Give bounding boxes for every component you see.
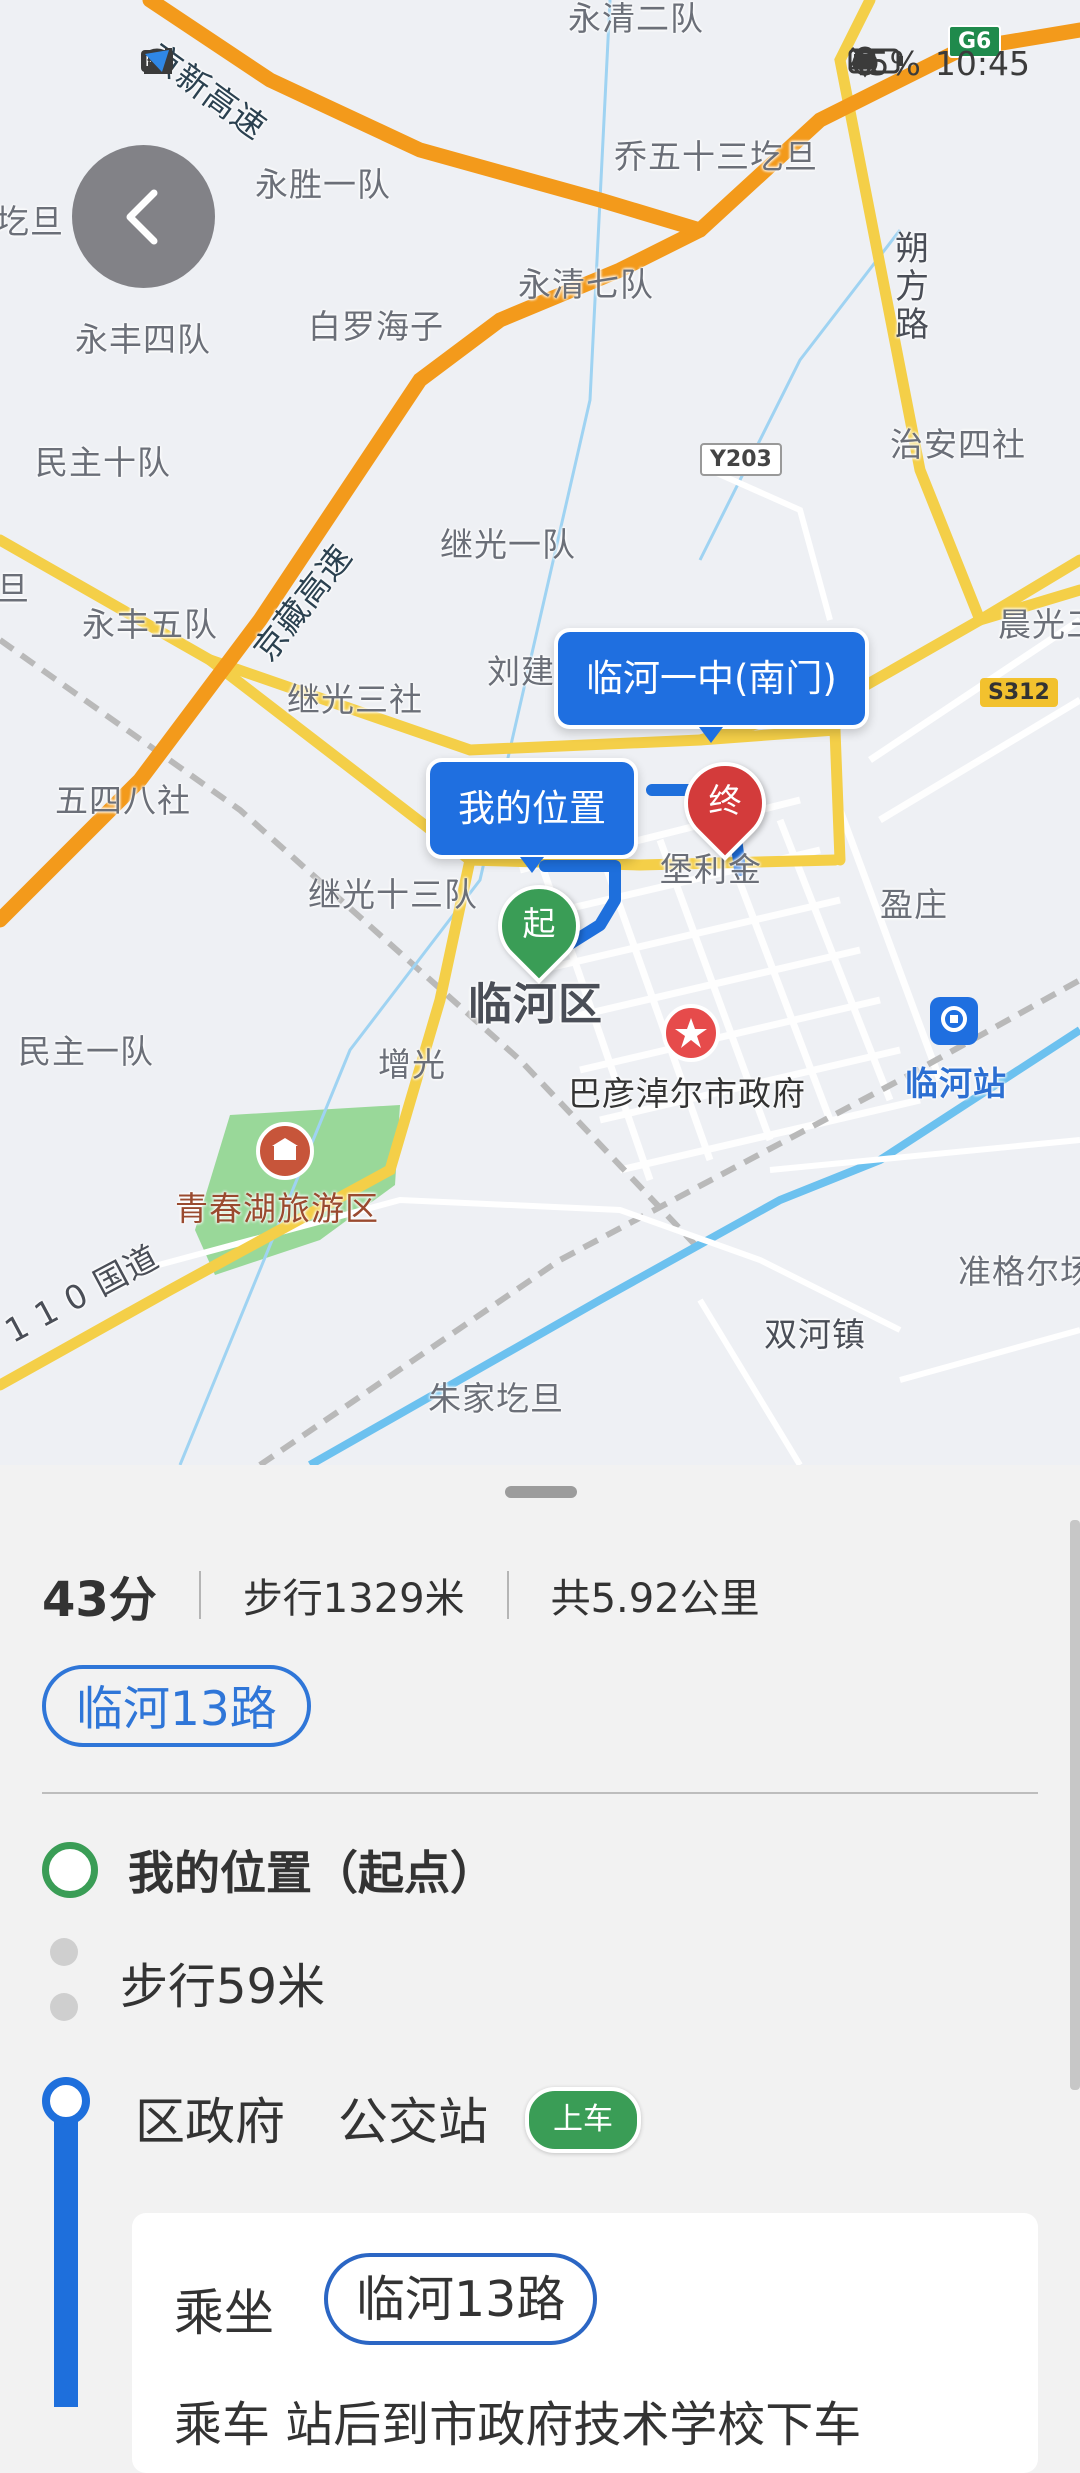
map-label: 永清二队 bbox=[568, 0, 704, 38]
map-label: 永丰四队 bbox=[75, 320, 211, 359]
map-view[interactable]: 永清二队 乔五十三圪旦 永胜一队 圪旦 永清七队 白罗海子 永丰四队 朔方路 治… bbox=[0, 0, 1080, 1465]
map-label: 双河镇 bbox=[764, 1315, 866, 1354]
map-label: 乔五十三圪旦 bbox=[614, 137, 818, 176]
map-label: 白罗海子 bbox=[308, 307, 444, 346]
drag-handle[interactable] bbox=[505, 1486, 577, 1498]
bus-stop-marker bbox=[42, 2077, 90, 2125]
back-button[interactable] bbox=[72, 145, 215, 288]
map-label: 永胜一队 bbox=[255, 165, 391, 204]
walk-dot bbox=[50, 1993, 78, 2021]
destination-callout[interactable]: 临河一中(南门) bbox=[554, 628, 869, 743]
map-label-poi: 青春湖旅游区 bbox=[175, 1189, 379, 1228]
poi-star-icon[interactable] bbox=[662, 1004, 720, 1062]
map-label: 准格尔场 bbox=[958, 1252, 1080, 1291]
map-label: 继光十三队 bbox=[308, 875, 478, 914]
status-bar: HD 45% 10:45 bbox=[0, 38, 1080, 94]
map-label: 朱家圪旦 bbox=[428, 1379, 564, 1418]
ride-route-chip[interactable]: 临河13路 bbox=[324, 2253, 598, 2345]
map-label: 治安四社 bbox=[890, 425, 1026, 464]
scenic-area-icon[interactable] bbox=[256, 1122, 314, 1180]
map-label: 永清七队 bbox=[518, 265, 654, 304]
route-detail-sheet[interactable]: 43分 步行1329米 共5.92公里 临河13路 我的位置（起点） 步行59米… bbox=[0, 1465, 1080, 2473]
walk-step-text[interactable]: 步行59米 bbox=[120, 1947, 325, 2017]
start-pin-label: 起 bbox=[522, 904, 556, 943]
section-divider bbox=[42, 1792, 1038, 1794]
app-notification-icon bbox=[145, 50, 169, 72]
divider bbox=[198, 1571, 201, 1619]
duration: 43分 bbox=[42, 1572, 157, 1628]
bus-stop-name[interactable]: 区政府 bbox=[135, 2082, 285, 2154]
chevron-left-icon bbox=[126, 189, 158, 245]
map-label: 永丰五队 bbox=[82, 605, 218, 644]
map-label: 民主十队 bbox=[35, 443, 171, 482]
map-label-poi: 巴彦淖尔市政府 bbox=[568, 1074, 806, 1113]
scrollbar[interactable] bbox=[1070, 1520, 1080, 2090]
map-label: 增光 bbox=[378, 1045, 446, 1084]
walk-distance: 步行1329米 bbox=[242, 1576, 465, 1622]
map-label: 旦 bbox=[0, 569, 30, 608]
ride-card[interactable]: 乘坐 临河13路 乘车 站后到市政府技术学校下车 bbox=[132, 2213, 1038, 2473]
start-point-marker bbox=[42, 1842, 98, 1898]
map-label-station: 临河站 bbox=[905, 1064, 1007, 1103]
bus-route-chip[interactable]: 临河13路 bbox=[42, 1665, 311, 1747]
road-shield-y203: Y203 bbox=[700, 443, 782, 476]
bus-stop-type: 公交站 bbox=[338, 2093, 488, 2151]
ride-instruction: 乘车 站后到市政府技术学校下车 bbox=[174, 2397, 862, 2453]
map-label: 圪旦 bbox=[0, 202, 64, 241]
ride-label: 乘坐 bbox=[174, 2284, 274, 2342]
train-station-icon[interactable] bbox=[930, 997, 978, 1045]
divider bbox=[506, 1571, 509, 1619]
origin-callout[interactable]: 我的位置 bbox=[426, 758, 638, 873]
route-summary: 43分 步行1329米 共5.92公里 bbox=[42, 1565, 760, 1628]
map-label: 盈庄 bbox=[880, 885, 948, 924]
clock: 10:45 bbox=[934, 44, 1030, 83]
map-label: 晨光三 bbox=[998, 605, 1080, 644]
walk-dot bbox=[50, 1938, 78, 1966]
battery-icon bbox=[848, 48, 903, 74]
total-distance: 共5.92公里 bbox=[550, 1576, 760, 1622]
map-label: 民主一队 bbox=[18, 1032, 154, 1071]
map-label: 继光三社 bbox=[287, 680, 423, 719]
map-label: 刘建 bbox=[487, 652, 555, 691]
map-label: 五四八社 bbox=[55, 781, 191, 820]
map-label: 继光一队 bbox=[440, 525, 576, 564]
map-label: 朔方路 bbox=[895, 229, 930, 345]
map-label: 堡利金 bbox=[660, 850, 762, 889]
board-badge: 上车 bbox=[525, 2087, 641, 2153]
road-shield-s312: S312 bbox=[980, 678, 1058, 707]
bus-segment-line bbox=[54, 2117, 78, 2407]
end-pin-label: 终 bbox=[708, 781, 742, 820]
start-point-label: 我的位置（起点） bbox=[128, 1846, 496, 1900]
